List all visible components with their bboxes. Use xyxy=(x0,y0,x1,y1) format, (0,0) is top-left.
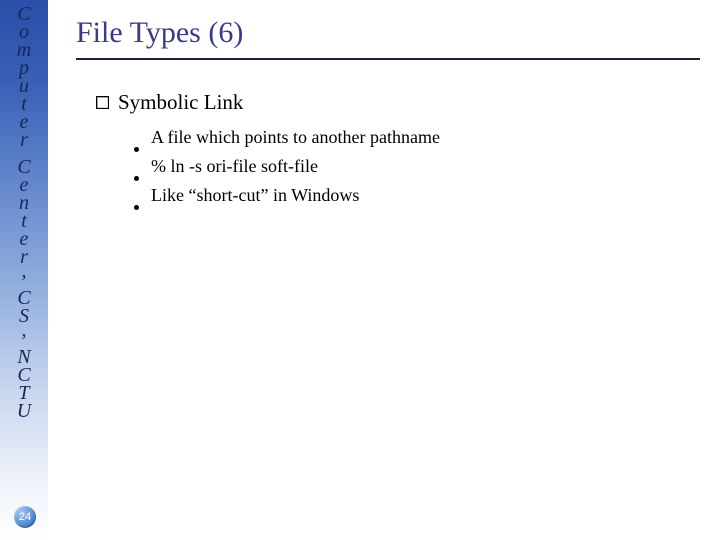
dot-bullet-icon xyxy=(134,147,139,152)
page-number-badge: 24 xyxy=(14,506,36,528)
slide-title: File Types (6) xyxy=(76,16,700,50)
list-item: % ln -s ori-file soft-file xyxy=(134,156,700,177)
square-bullet-icon xyxy=(96,96,109,109)
title-underline xyxy=(76,58,700,60)
page-number: 24 xyxy=(19,511,31,523)
bullet-text: % ln -s ori-file soft-file xyxy=(151,156,318,177)
list-item: Like “short-cut” in Windows xyxy=(134,185,700,206)
section-heading-row: Symbolic Link xyxy=(96,90,700,115)
list-item: A file which points to another pathname xyxy=(134,127,700,148)
sidebar: Computer Center, CS, NCTU xyxy=(0,0,48,540)
dot-bullet-icon xyxy=(134,176,139,181)
bullet-list: A file which points to another pathname … xyxy=(96,127,700,206)
bullet-text: Like “short-cut” in Windows xyxy=(151,185,359,206)
slide-content: File Types (6) Symbolic Link A file whic… xyxy=(48,0,720,540)
sidebar-org-text: Computer Center, CS, NCTU xyxy=(17,4,31,419)
section: Symbolic Link A file which points to ano… xyxy=(76,90,700,206)
section-heading: Symbolic Link xyxy=(118,90,243,115)
bullet-text: A file which points to another pathname xyxy=(151,127,440,148)
dot-bullet-icon xyxy=(134,205,139,210)
